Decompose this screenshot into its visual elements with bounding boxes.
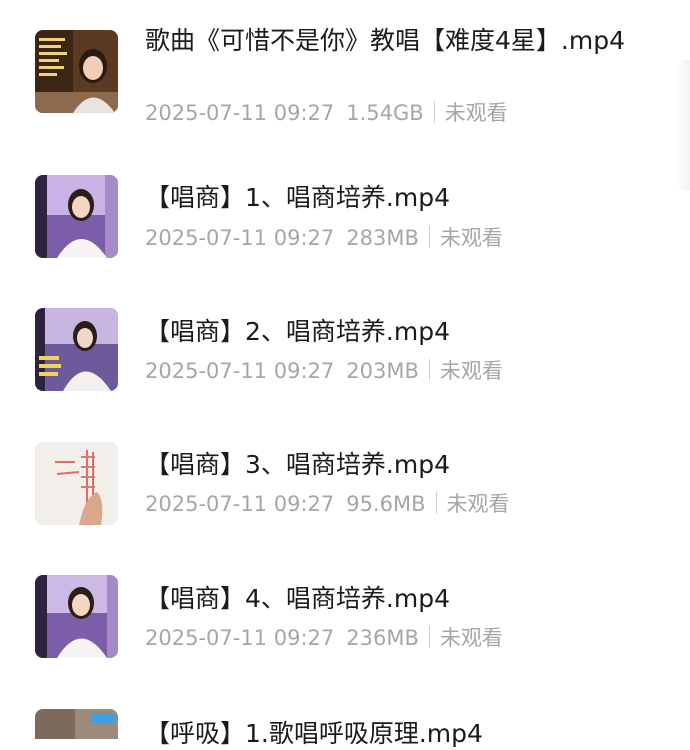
video-thumbnail-icon	[35, 175, 118, 258]
file-meta: 2025-07-11 09:27 203MB 未观看	[145, 357, 503, 385]
video-thumbnail-icon	[35, 709, 118, 739]
file-date: 2025-07-11 09:27	[145, 492, 335, 516]
list-item[interactable]: 【唱商】2、唱商培养.mp4 2025-07-11 09:27 203MB 未观看	[0, 298, 690, 408]
file-title[interactable]: 【唱商】2、唱商培养.mp4	[145, 314, 655, 350]
list-item[interactable]: 歌曲《可惜不是你》教唱【难度4星】.mp4 2025-07-11 09:27 1.…	[0, 20, 690, 130]
file-title[interactable]: 【呼吸】1.歌唱呼吸原理.mp4	[145, 716, 655, 750]
file-meta: 2025-07-11 09:27 1.54GB 未观看	[145, 99, 508, 127]
video-thumbnail-icon	[35, 442, 118, 525]
file-meta: 2025-07-11 09:27 95.6MB 未观看	[145, 490, 510, 518]
file-date: 2025-07-11 09:27	[145, 101, 335, 125]
video-thumbnail-icon	[35, 308, 118, 391]
list-item[interactable]: 【唱商】4、唱商培养.mp4 2025-07-11 09:27 236MB 未观看	[0, 565, 690, 675]
file-size: 283MB	[346, 226, 419, 250]
file-title[interactable]: 【唱商】1、唱商培养.mp4	[145, 180, 655, 216]
divider	[435, 492, 437, 514]
file-size: 1.54GB	[346, 101, 424, 125]
list-item[interactable]: 【唱商】3、唱商培养.mp4 2025-07-11 09:27 95.6MB 未观看	[0, 432, 690, 542]
file-date: 2025-07-11 09:27	[145, 626, 335, 650]
divider	[428, 359, 430, 381]
divider	[428, 626, 430, 648]
scroll-edge	[676, 60, 690, 190]
divider	[433, 101, 435, 123]
watch-status: 未观看	[444, 101, 508, 125]
watch-status: 未观看	[446, 492, 510, 516]
watch-status: 未观看	[439, 626, 503, 650]
watch-status: 未观看	[439, 359, 503, 383]
file-title[interactable]: 【唱商】3、唱商培养.mp4	[145, 447, 655, 483]
divider	[428, 226, 430, 248]
file-date: 2025-07-11 09:27	[145, 226, 335, 250]
file-size: 95.6MB	[346, 492, 426, 516]
file-size: 203MB	[346, 359, 419, 383]
file-title[interactable]: 歌曲《可惜不是你》教唱【难度4星】.mp4	[145, 23, 655, 59]
video-thumbnail-icon	[35, 30, 118, 113]
list-item[interactable]: 【呼吸】1.歌唱呼吸原理.mp4	[0, 700, 690, 750]
watch-status: 未观看	[439, 226, 503, 250]
file-date: 2025-07-11 09:27	[145, 359, 335, 383]
video-thumbnail-icon	[35, 575, 118, 658]
list-item[interactable]: 【唱商】1、唱商培养.mp4 2025-07-11 09:27 283MB 未观看	[0, 165, 690, 275]
file-size: 236MB	[346, 626, 419, 650]
file-title[interactable]: 【唱商】4、唱商培养.mp4	[145, 581, 655, 617]
file-meta: 2025-07-11 09:27 283MB 未观看	[145, 224, 503, 252]
file-meta: 2025-07-11 09:27 236MB 未观看	[145, 624, 503, 652]
